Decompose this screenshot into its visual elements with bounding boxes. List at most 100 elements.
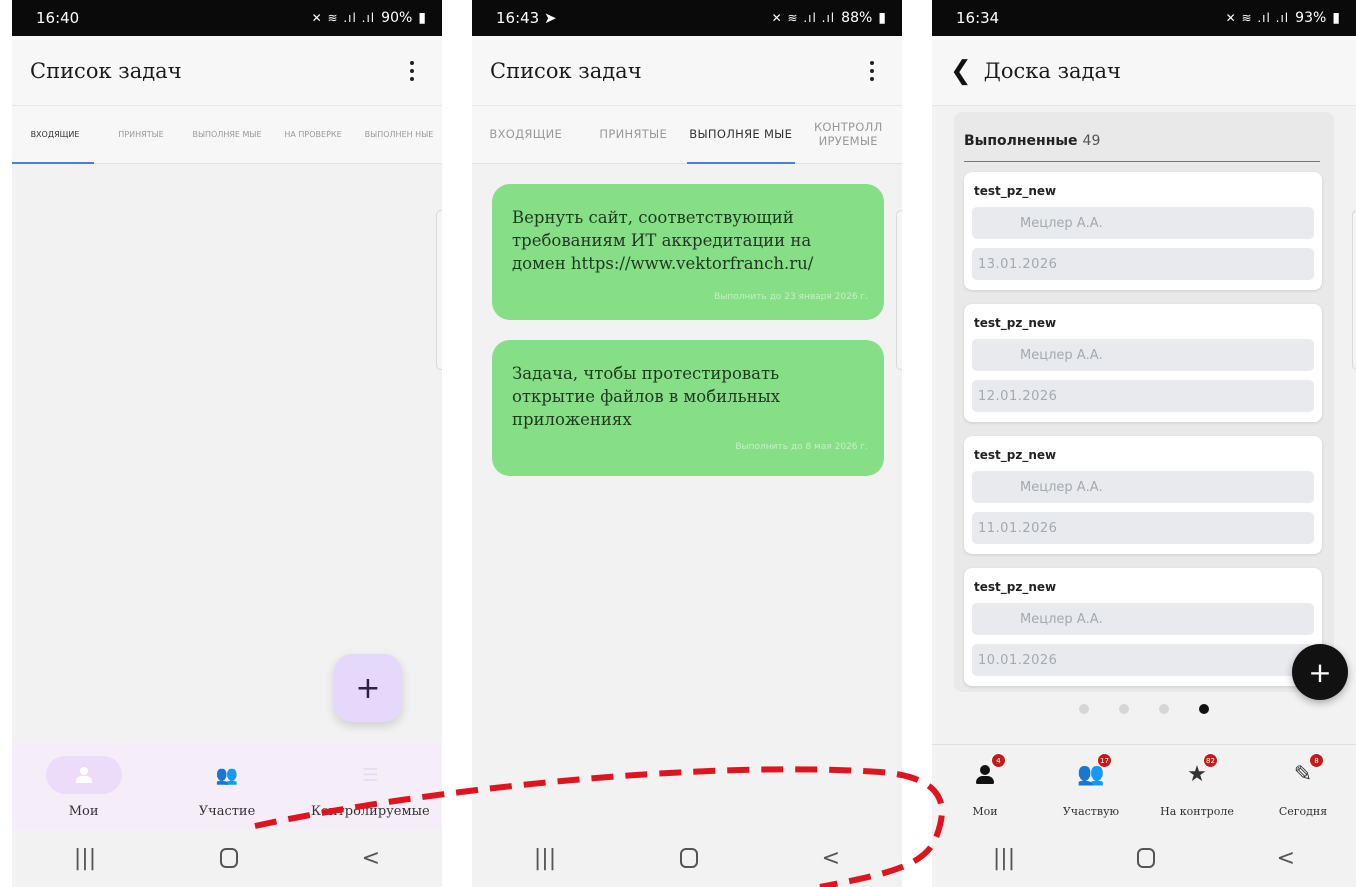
date-field: 11.01.2026: [972, 512, 1314, 544]
person-icon: [975, 763, 995, 785]
app-bar: Список задач: [12, 36, 442, 106]
nav-item-mine[interactable]: 4 Мои: [932, 745, 1038, 830]
side-drawer-handle[interactable]: [436, 210, 442, 370]
badge-count: 8: [1309, 753, 1324, 768]
tab-accepted[interactable]: ПРИНЯТЫЕ: [580, 106, 688, 163]
page-dot-active[interactable]: [1199, 704, 1209, 714]
more-menu-icon[interactable]: [860, 55, 884, 87]
badge-count: 4: [991, 753, 1006, 768]
nav-label: На контроле: [1160, 805, 1234, 818]
signal-wifi-icon: ✕ ≋ .ıl .ıl: [311, 11, 376, 25]
task-card[interactable]: test_pz_new Мецлер А.А. 10.01.2026: [964, 568, 1322, 686]
battery-icon: ▮: [418, 10, 426, 26]
nav-item-controlled[interactable]: ☰ Контролируемые: [299, 742, 442, 830]
task-card[interactable]: test_pz_new Мецлер А.А. 12.01.2026: [964, 304, 1322, 422]
task-card[interactable]: Задача, чтобы протестировать открытие фа…: [492, 340, 884, 476]
date-field: 12.01.2026: [972, 380, 1314, 412]
screen-task-list-in-progress: 16:43 ➤ ✕ ≋ .ıl .ıl 88% ▮ Список задач В…: [472, 0, 902, 887]
battery-level: 93%: [1295, 10, 1327, 26]
nav-item-on-control[interactable]: ★ 82 На контроле: [1144, 745, 1250, 830]
nav-label: Мои: [972, 805, 998, 818]
status-time: 16:43: [496, 9, 540, 27]
task-name: test_pz_new: [974, 184, 1057, 198]
back-arrow-icon[interactable]: ❮: [950, 56, 972, 86]
tab-on-review[interactable]: НА ПРОВЕРКЕ: [270, 106, 356, 163]
battery-level: 88%: [841, 10, 873, 26]
app-bar: ❮ Доска задач: [932, 36, 1356, 106]
add-task-button[interactable]: +: [334, 654, 402, 722]
nav-label: Сегодня: [1278, 805, 1328, 818]
status-time: 16:34: [956, 9, 1000, 27]
system-navigation: ||| <: [12, 829, 442, 887]
task-name: test_pz_new: [974, 580, 1057, 594]
status-tabs: ВХОДЯЩИЕ ПРИНЯТЫЕ ВЫПОЛНЯЕ МЫЕ КОНТРОЛЛ …: [472, 106, 902, 164]
badge-count: 17: [1097, 753, 1112, 768]
task-title: Задача, чтобы протестировать открытие фа…: [512, 364, 781, 430]
status-time: 16:40: [36, 9, 80, 27]
battery-level: 90%: [381, 10, 413, 26]
signal-wifi-icon: ✕ ≋ .ıl .ıl: [771, 11, 836, 25]
task-card[interactable]: test_pz_new Мецлер А.А. 13.01.2026: [964, 172, 1322, 290]
assignee-field: Мецлер А.А.: [972, 603, 1314, 635]
task-name: test_pz_new: [974, 448, 1057, 462]
nav-item-participating[interactable]: 👥 17 Участвую: [1038, 745, 1144, 830]
app-bar: Список задач: [472, 36, 902, 106]
checklist-icon: ☰: [362, 764, 379, 786]
task-title: Вернуть сайт, соответствующий требования…: [512, 208, 814, 274]
status-bar: 16:43 ➤ ✕ ≋ .ıl .ıl 88% ▮: [472, 0, 902, 36]
tab-accepted[interactable]: ПРИНЯТЫЕ: [98, 106, 184, 163]
back-nav-icon[interactable]: <: [1277, 846, 1295, 871]
home-icon[interactable]: [219, 848, 238, 868]
more-menu-icon[interactable]: [400, 55, 424, 87]
system-navigation: ||| <: [472, 829, 902, 887]
screen-task-board: 16:34 ✕ ≋ .ıl .ıl 93% ▮ ❮ Доска задач Вы…: [932, 0, 1356, 887]
status-bar: 16:40 ✕ ≋ .ıl .ıl 90% ▮: [12, 0, 442, 36]
home-icon[interactable]: [679, 848, 698, 868]
status-bar: 16:34 ✕ ≋ .ıl .ıl 93% ▮: [932, 0, 1356, 36]
assignee-field: Мецлер А.А.: [972, 339, 1314, 371]
nav-item-participation[interactable]: 👥 Участие: [155, 742, 298, 830]
task-name: test_pz_new: [974, 316, 1057, 330]
page-title: Доска задач: [983, 58, 1121, 83]
recents-icon[interactable]: |||: [993, 846, 1015, 871]
recents-icon[interactable]: |||: [534, 846, 556, 871]
add-task-button[interactable]: +: [1292, 644, 1348, 700]
home-icon[interactable]: [1136, 848, 1155, 868]
tab-incoming[interactable]: ВХОДЯЩИЕ: [472, 106, 580, 163]
telegram-icon: ➤: [544, 9, 557, 27]
page-dot[interactable]: [1079, 704, 1089, 714]
nav-label: Участвую: [1062, 805, 1120, 818]
side-drawer-handle[interactable]: [1352, 210, 1356, 370]
date-field: 13.01.2026: [972, 248, 1314, 280]
tab-incoming[interactable]: ВХОДЯЩИЕ: [12, 106, 98, 164]
status-tabs: ВХОДЯЩИЕ ПРИНЯТЫЕ ВЫПОЛНЯЕ МЫЕ НА ПРОВЕР…: [12, 106, 442, 164]
page-dot[interactable]: [1119, 704, 1129, 714]
edit-icon: ✎: [1293, 761, 1313, 787]
bottom-navigation: Мои 👥 Участие ☰ Контролируемые: [12, 742, 442, 830]
tab-completed[interactable]: ВЫПОЛНЕН НЫЕ: [356, 106, 442, 163]
page-dot[interactable]: [1159, 704, 1169, 714]
task-card[interactable]: Вернуть сайт, соответствующий требования…: [492, 184, 884, 320]
nav-item-mine[interactable]: Мои: [12, 742, 155, 830]
assignee-field: Мецлер А.А.: [972, 207, 1314, 239]
page-title: Список задач: [490, 58, 642, 83]
nav-item-today[interactable]: ✎ 8 Сегодня: [1250, 745, 1356, 830]
column-header: Выполненные 49: [964, 120, 1320, 162]
nav-label: Мои: [68, 804, 99, 819]
back-nav-icon[interactable]: <: [362, 846, 380, 871]
side-drawer-handle[interactable]: [896, 210, 902, 370]
date-field: 10.01.2026: [972, 644, 1314, 676]
screen-task-list-old: 16:40 ✕ ≋ .ıl .ıl 90% ▮ Список задач ВХО…: [12, 0, 442, 887]
battery-icon: ▮: [878, 10, 886, 26]
tab-in-progress[interactable]: ВЫПОЛНЯЕ МЫЕ: [687, 106, 795, 164]
signal-wifi-icon: ✕ ≋ .ıl .ıl: [1225, 11, 1290, 25]
tab-controlled[interactable]: КОНТРОЛЛ ИРУЕМЫЕ: [795, 106, 903, 163]
task-due: Выполнить до 23 января 2026 г.: [714, 292, 868, 302]
back-nav-icon[interactable]: <: [822, 846, 840, 871]
board-column: Выполненные 49 test_pz_new Мецлер А.А. 1…: [954, 112, 1334, 692]
column-count: 49: [1082, 132, 1101, 149]
page-indicator: [932, 704, 1356, 714]
tab-in-progress[interactable]: ВЫПОЛНЯЕ МЫЕ: [184, 106, 270, 163]
task-card[interactable]: test_pz_new Мецлер А.А. 11.01.2026: [964, 436, 1322, 554]
recents-icon[interactable]: |||: [74, 846, 96, 871]
